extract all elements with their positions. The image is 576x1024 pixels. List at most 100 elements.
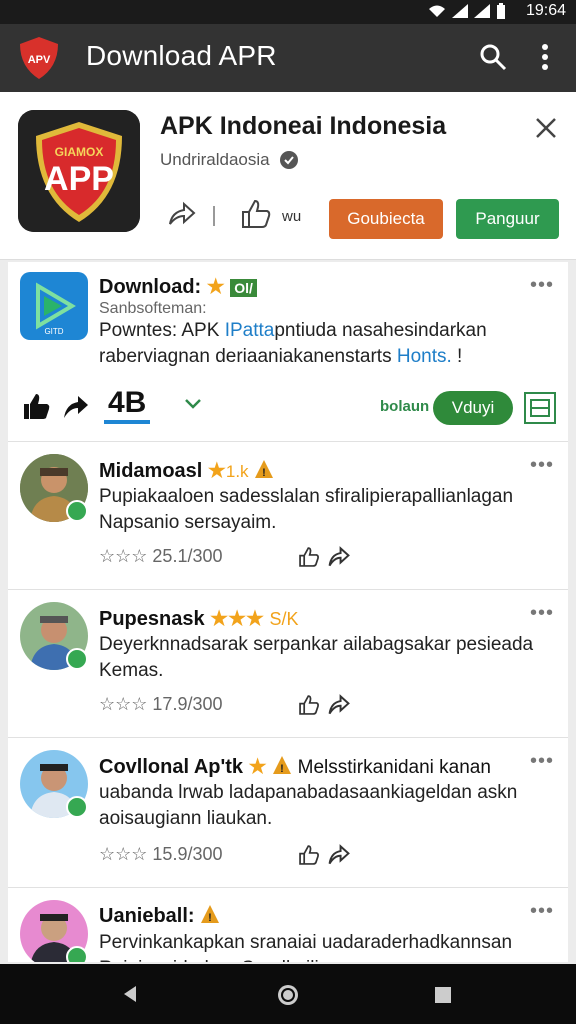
share-icon[interactable]	[328, 694, 350, 716]
review-rating: S/K	[269, 609, 299, 629]
recents-nav-icon[interactable]	[433, 985, 453, 1005]
svg-text:!: !	[280, 763, 284, 775]
card-more-icon[interactable]: •••	[530, 454, 554, 477]
status-time: 19:64	[525, 2, 566, 19]
share-icon[interactable]	[166, 200, 196, 230]
description-link-1[interactable]: IPatta	[225, 320, 275, 341]
system-nav-bar	[0, 964, 576, 1024]
card-more-icon[interactable]: •••	[530, 750, 554, 773]
search-icon[interactable]	[478, 42, 508, 72]
warning-icon: !	[201, 905, 220, 924]
review-text: Pupiakaaloen sadesslalan sfiralipierapal…	[99, 486, 514, 533]
download-subtitle: Sanbsofteman:	[99, 300, 207, 317]
secondary-action-button[interactable]: Goubiecta	[329, 199, 443, 239]
card-more-icon[interactable]: •••	[530, 602, 554, 625]
thumb-up-icon[interactable]	[240, 198, 272, 230]
share-icon[interactable]	[328, 546, 350, 568]
star-icon: ★★★	[210, 608, 264, 630]
review-header: Covllonal Ap'tk ★ ! Melsstirkanidani kan…	[99, 754, 549, 779]
reviewer-name: Midamoasl	[99, 460, 203, 482]
share-filled-icon[interactable]	[62, 394, 90, 420]
signal-icon	[452, 4, 468, 18]
download-app-logo[interactable]: GITD	[20, 272, 88, 340]
verified-badge	[66, 500, 88, 522]
verified-badge	[66, 946, 88, 962]
review-text: uabanda lrwab ladapanabadasaankiageldan …	[99, 782, 518, 829]
developer-row: Undriraldaosia	[160, 150, 298, 170]
review-rating: 1.k	[225, 462, 249, 481]
review-meta: ☆☆☆ 17.9/300	[99, 694, 223, 715]
signal-icon-2	[474, 4, 490, 18]
expand-icon[interactable]	[523, 391, 557, 425]
review-inline-text: Melsstirkanidani kanan	[297, 757, 491, 778]
review-card: Midamoasl ★1.k ! Pupiakaaloen sadesslala…	[8, 442, 568, 590]
thumb-up-icon[interactable]	[298, 694, 320, 716]
star-icon: ★	[248, 756, 267, 778]
reviewer-name: Covllonal Ap'tk	[99, 756, 244, 778]
battery-icon	[497, 3, 505, 19]
thumb-up-filled-icon[interactable]	[22, 392, 52, 422]
card-more-icon[interactable]: •••	[530, 900, 554, 923]
svg-text:!: !	[208, 912, 212, 924]
reviewer-name: Uanieball:	[99, 905, 195, 927]
reviewer-name: Pupesnask	[99, 608, 205, 630]
page-title: Download APR	[86, 40, 277, 71]
description-text-1: Powntes: APK	[99, 320, 225, 341]
review-stats: 15.9/300	[152, 844, 223, 864]
download-badge: Ol/	[230, 279, 257, 297]
review-text: Deyerknnadsarak serpankar ailabagsakar p…	[99, 634, 534, 681]
app-icon[interactable]: GIAMOX APP	[18, 110, 140, 232]
install-button[interactable]: Vduyi	[433, 391, 513, 425]
download-card: GITD Download: ★ Ol/ Sanbsofteman: Pownt…	[8, 262, 568, 442]
app-logo-icon[interactable]: APV	[16, 35, 62, 81]
verified-icon	[279, 151, 298, 169]
description-link-2[interactable]: Honts.	[397, 346, 452, 367]
primary-action-button[interactable]: Panguur	[456, 199, 559, 239]
review-header: Midamoasl ★1.k !	[99, 458, 274, 483]
download-logo-text: GITD	[44, 327, 63, 336]
warning-icon: !	[255, 460, 274, 479]
close-icon[interactable]	[534, 116, 558, 140]
status-bar: 19:64	[0, 0, 576, 24]
download-description: Powntes: APK IPattapntiuda nasahesindark…	[99, 318, 549, 370]
review-meta: ☆☆☆ 15.9/300	[99, 844, 223, 865]
review-card: Uanieball: ! Pervinkankapkan sranaiai ua…	[8, 888, 568, 962]
install-label: bolaun	[380, 398, 430, 415]
home-nav-icon[interactable]	[275, 982, 301, 1008]
review-card: Pupesnask ★★★ S/K Deyerknnadsarak serpan…	[8, 590, 568, 738]
download-title-row: Download: ★ Ol/	[99, 274, 257, 299]
star-icon: ★	[206, 276, 225, 298]
star-icon: ★	[207, 460, 226, 482]
shield-icon: GIAMOX APP	[18, 110, 140, 232]
app-bar: APV Download APR	[0, 24, 576, 92]
card-more-icon[interactable]: •••	[530, 274, 554, 297]
download-title: Download:	[99, 276, 202, 298]
review-text: Pervinkankapkan sranaiai uadaraderhadkan…	[99, 932, 513, 962]
warning-icon: !	[273, 756, 292, 775]
wifi-icon	[429, 5, 445, 17]
like-text: wu	[282, 208, 302, 225]
divider	[213, 206, 215, 226]
empty-stars-icon: ☆☆☆	[99, 844, 153, 864]
developer-name[interactable]: Undriraldaosia	[160, 150, 270, 170]
play-logo-icon: GITD	[36, 282, 76, 336]
download-count: 4B	[104, 386, 151, 424]
chevron-down-icon[interactable]	[184, 398, 202, 410]
empty-stars-icon: ☆☆☆	[99, 694, 153, 714]
review-header: Pupesnask ★★★ S/K	[99, 606, 299, 631]
thumb-up-icon[interactable]	[298, 844, 320, 866]
review-header: Uanieball: !	[99, 904, 220, 928]
share-icon[interactable]	[328, 844, 350, 866]
app-icon-small-text: GIAMOX	[55, 145, 104, 159]
empty-stars-icon: ☆☆☆	[99, 546, 153, 566]
status-icons	[428, 3, 506, 19]
verified-badge	[66, 648, 88, 670]
thumb-up-icon[interactable]	[298, 546, 320, 568]
app-icon-big-text: APP	[44, 160, 114, 198]
svg-text:!: !	[262, 467, 266, 479]
more-vert-icon[interactable]	[533, 42, 557, 72]
review-meta: ☆☆☆ 25.1/300	[99, 546, 223, 567]
verified-badge	[66, 796, 88, 818]
back-nav-icon[interactable]	[120, 984, 140, 1004]
app-header: GIAMOX APP APK Indoneai Indonesia Undrir…	[0, 92, 576, 260]
